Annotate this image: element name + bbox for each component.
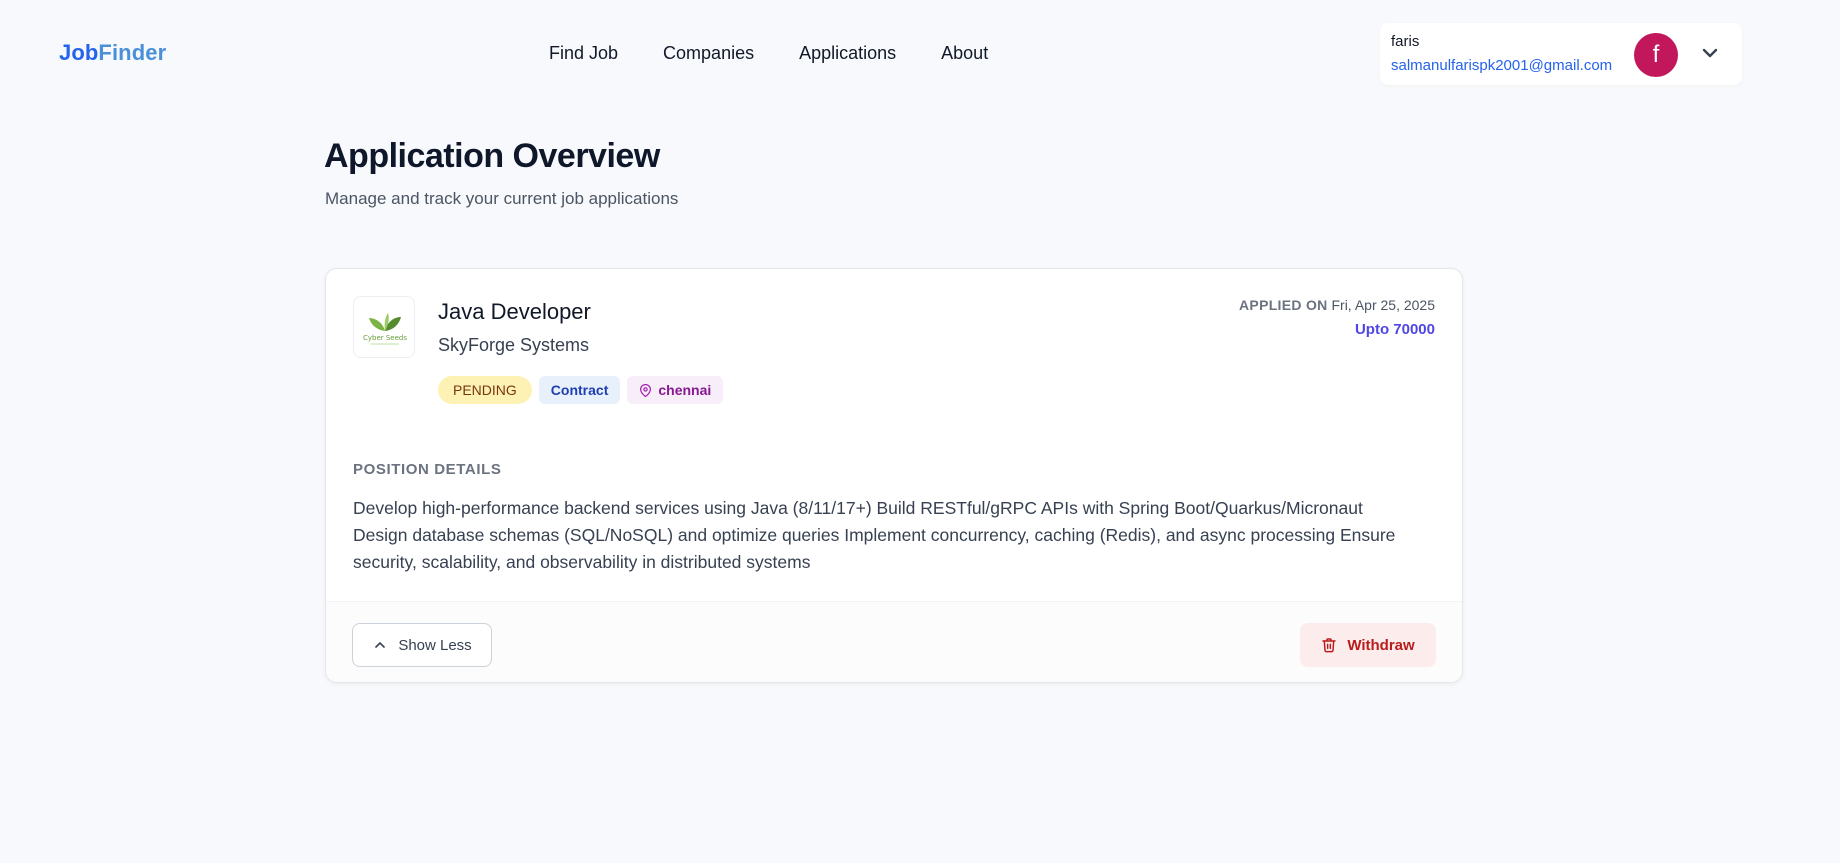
applied-on-date: Fri, Apr 25, 2025 [1331,297,1435,313]
map-pin-icon [640,383,652,397]
status-badge: PENDING [438,376,532,404]
main-nav: Find Job Companies Applications About [549,43,1033,64]
page-title: Application Overview [324,137,660,175]
nav-companies[interactable]: Companies [663,43,754,64]
user-name: faris [1391,33,1420,50]
nav-applications[interactable]: Applications [799,43,896,64]
job-title: Java Developer [438,299,591,324]
chevron-down-icon[interactable] [1698,41,1722,65]
salary: Upto 70000 [1354,321,1435,338]
position-details-heading: POSITION DETAILS [353,461,502,478]
brand-logo-part1: Job [59,40,99,65]
nav-about[interactable]: About [941,43,988,64]
avatar[interactable]: f [1634,33,1678,77]
chevron-up-icon [375,642,386,648]
user-email: salmanulfarispk2001@gmail.com [1391,57,1613,74]
show-less-label: Show Less [398,636,472,654]
company-logo: Cyber Seeds [353,296,415,358]
job-type-badge: Contract [538,376,621,404]
trash-icon [1322,638,1337,653]
location-badge: chennai [627,376,724,404]
nav-find-job[interactable]: Find Job [549,43,618,64]
application-card: Cyber Seeds Java Developer SkyForge Syst… [325,268,1463,683]
applied-on-label: APPLIED ON [1239,297,1328,313]
user-menu[interactable]: faris salmanulfarispk2001@gmail.com f [1380,23,1742,85]
job-tags: PENDING Contract chennai [438,376,724,404]
applied-date: APPLIED ON Fri, Apr 25, 2025 [1239,297,1435,313]
company-logo-text: Cyber Seeds [363,334,407,342]
brand-logo[interactable]: JobFinder [59,40,166,66]
withdraw-label: Withdraw [1347,636,1415,654]
withdraw-button[interactable]: Withdraw [1300,623,1436,667]
show-less-button[interactable]: Show Less [352,623,492,667]
company-name: SkyForge Systems [438,335,590,355]
brand-logo-part2: Finder [98,40,167,65]
top-navbar: JobFinder Find Job Companies Application… [0,0,1840,112]
location-label: chennai [658,382,712,398]
position-description: Develop high-performance backend service… [353,498,1396,572]
card-footer: Show Less Withdraw [326,601,1462,682]
page-subtitle: Manage and track your current job applic… [325,189,679,208]
